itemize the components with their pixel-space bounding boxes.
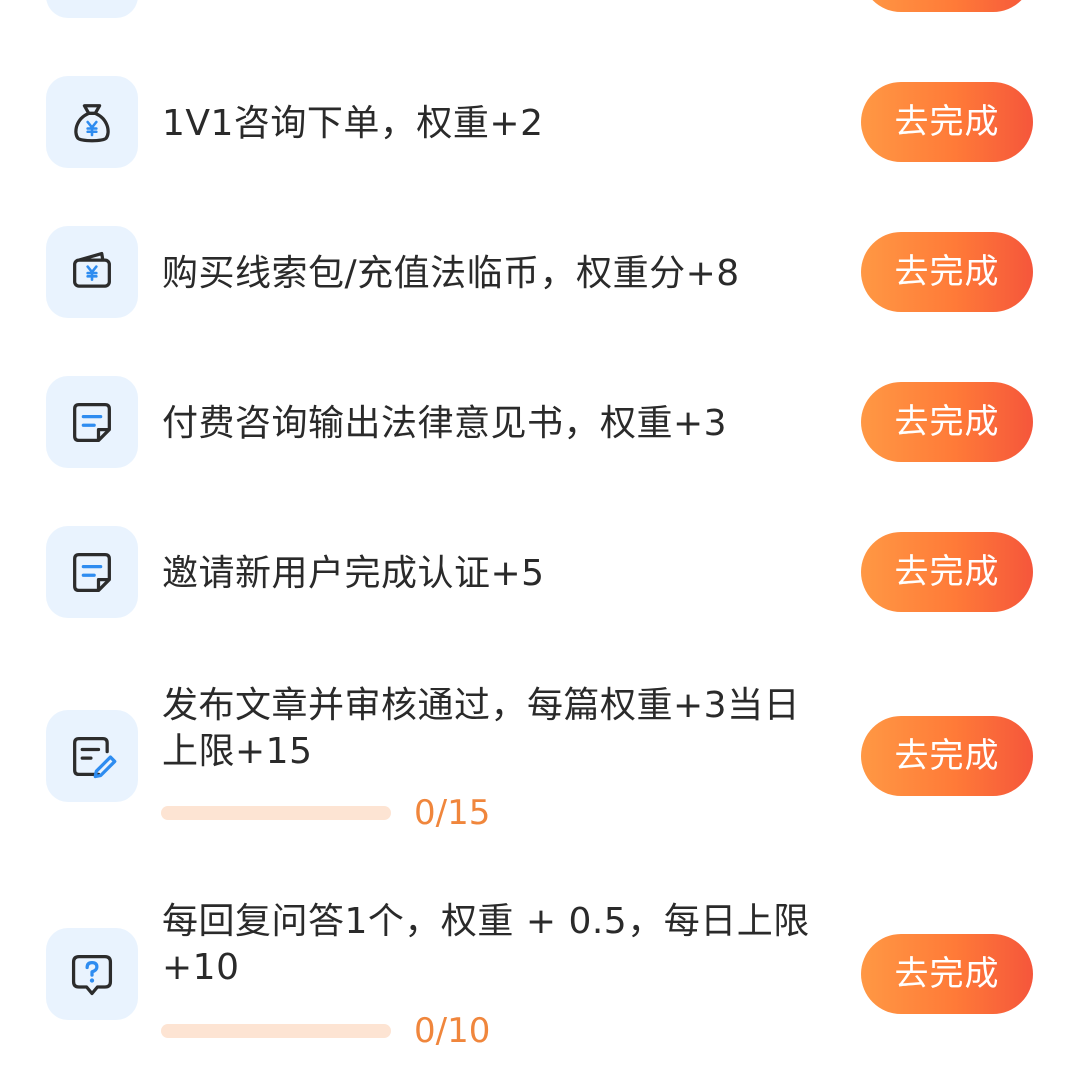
document-icon <box>46 376 138 468</box>
complete-button[interactable]: 去完成 <box>861 232 1033 312</box>
task-title: 付费咨询输出法律意见书，权重+3 <box>162 403 728 444</box>
question-chat-icon <box>46 928 138 1020</box>
progress-count: 0/15 <box>414 793 491 833</box>
complete-button[interactable]: 去完成 <box>861 82 1033 162</box>
edit-document-icon <box>46 710 138 802</box>
progress-bar <box>161 806 391 820</box>
previous-task-icon <box>46 0 138 18</box>
task-list: 1V1咨询下单，权重+2 去完成 购买线索包/充值法临币，权重分+8 去完成 付… <box>0 0 1080 1080</box>
complete-button[interactable]: 去完成 <box>861 934 1033 1014</box>
task-title: 发布文章并审核通过，每篇权重+3当日上限+15 <box>162 685 801 772</box>
complete-button[interactable]: 去完成 <box>861 716 1033 796</box>
money-bag-icon <box>46 76 138 168</box>
task-title: 邀请新用户完成认证+5 <box>162 553 545 594</box>
progress-count: 0/10 <box>414 1011 491 1051</box>
task-title: 每回复问答1个，权重 + 0.5，每日上限+10 <box>162 901 810 988</box>
complete-button[interactable]: 去完成 <box>861 382 1033 462</box>
progress-bar <box>161 1024 391 1038</box>
previous-task-button[interactable] <box>861 0 1033 12</box>
wallet-icon <box>46 226 138 318</box>
task-title: 购买线索包/充值法临币，权重分+8 <box>162 253 740 294</box>
task-title: 1V1咨询下单，权重+2 <box>162 103 544 144</box>
complete-button[interactable]: 去完成 <box>861 532 1033 612</box>
document-icon <box>46 526 138 618</box>
